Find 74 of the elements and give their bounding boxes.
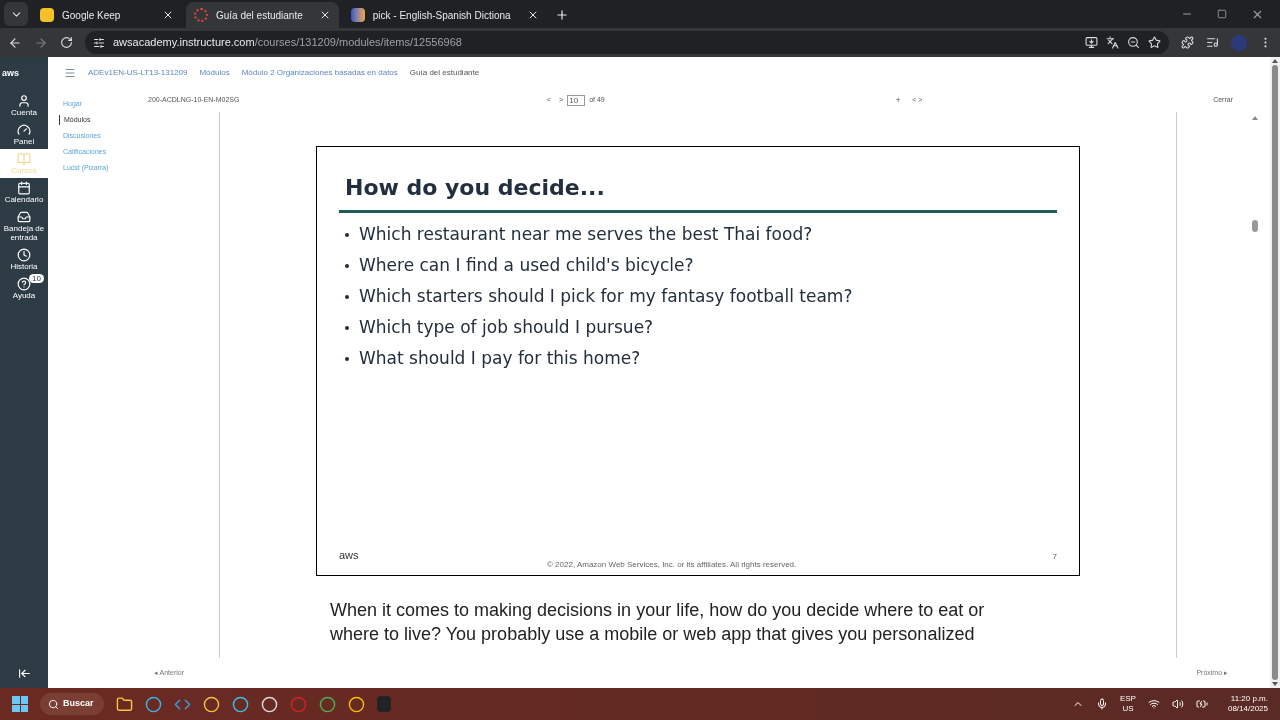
search-field[interactable]: Buscar bbox=[40, 693, 104, 715]
language-indicator[interactable]: ESP bbox=[1119, 694, 1136, 704]
breadcrumb-link[interactable]: ADEv1EN-US-LT13-131209 bbox=[88, 67, 188, 79]
browser-tab[interactable]: Guía del estudiante bbox=[186, 2, 339, 28]
notes-text: When it comes to making decisions in your life, how do you decide where to eat or bbox=[330, 599, 986, 622]
breadcrumb-link[interactable]: Módulos bbox=[199, 67, 230, 79]
close-icon[interactable] bbox=[162, 9, 174, 21]
nav-item[interactable]: Cuenta bbox=[0, 91, 48, 120]
extensions-icon[interactable] bbox=[1181, 36, 1194, 49]
scroll-up-arrow-icon[interactable] bbox=[1252, 116, 1258, 120]
nav-icon bbox=[17, 277, 31, 291]
nav-icon bbox=[17, 152, 31, 166]
url-text: awsacademy.instructure.com/courses/131209/modules/items/12556968 bbox=[113, 35, 462, 51]
breadcrumb-link[interactable]: Guía del estudiante bbox=[409, 67, 480, 79]
bullet-point: What should I pay for this home? bbox=[339, 343, 1057, 374]
microphone-icon[interactable] bbox=[1095, 698, 1108, 710]
tab-title: Google Keep bbox=[62, 8, 122, 23]
breadcrumb-link[interactable]: Módulo 2 Organizaciones basadas en datos bbox=[241, 67, 398, 79]
browser-tab[interactable]: pick - English-Spanish Dictiona bbox=[342, 2, 547, 28]
translate-icon[interactable] bbox=[1106, 36, 1119, 49]
tab-search-button[interactable] bbox=[4, 2, 28, 26]
tab-title: Guía del estudiante bbox=[216, 8, 303, 23]
menu-icon[interactable] bbox=[64, 67, 76, 79]
bullet-point: Where can I find a used child's bicycle? bbox=[339, 250, 1057, 281]
region-indicator[interactable]: US bbox=[1122, 704, 1134, 714]
maximize-icon[interactable] bbox=[1217, 9, 1227, 19]
new-tab-icon[interactable] bbox=[554, 8, 569, 22]
forward-icon[interactable] bbox=[34, 35, 48, 50]
ring-icon bbox=[194, 8, 208, 22]
bullet-point: Which type of job should I pursue? bbox=[339, 312, 1057, 343]
battery-icon[interactable] bbox=[1195, 698, 1208, 710]
zoom-icon[interactable] bbox=[1127, 36, 1140, 49]
browser-tab[interactable]: Google Keep bbox=[32, 2, 182, 28]
page-scrollbar[interactable] bbox=[1270, 57, 1280, 688]
dictionary-icon bbox=[350, 8, 365, 22]
nav-icon bbox=[17, 248, 31, 262]
copyright-text: © 2022, Amazon Web Services, Inc. or its affiliates. All rights reserved. bbox=[547, 559, 797, 571]
site-settings-icon[interactable] bbox=[93, 36, 105, 49]
bookmark-icon[interactable] bbox=[1148, 36, 1161, 49]
nav-item[interactable]: Ayuda 10 bbox=[0, 274, 48, 303]
nav-icon bbox=[17, 123, 31, 137]
tab-title: pick - English-Spanish Dictiona bbox=[372, 8, 511, 23]
aws-logo: aws bbox=[339, 547, 360, 563]
page-field[interactable]: 10 bbox=[567, 95, 586, 106]
search-icon bbox=[48, 698, 59, 710]
scroll-thumb[interactable] bbox=[1252, 220, 1258, 232]
aws-logo: aws bbox=[2, 67, 19, 81]
clock-date[interactable]: 08/14/2025 bbox=[1227, 704, 1268, 714]
zoom-in-button[interactable]: + bbox=[884, 93, 913, 108]
nav-icon bbox=[17, 181, 31, 195]
slide-number: 7 bbox=[1052, 551, 1057, 563]
volume-icon[interactable] bbox=[1171, 698, 1184, 710]
wifi-icon[interactable] bbox=[1147, 698, 1160, 710]
back-icon[interactable] bbox=[8, 35, 22, 50]
notes-text: where to live? You probably use a mobile or web app that gives you personalized bbox=[330, 623, 976, 646]
install-icon[interactable] bbox=[1085, 36, 1098, 49]
folder-icon[interactable] bbox=[116, 695, 133, 713]
bullet-point: Which starters should I pick for my fantasy football team? bbox=[339, 281, 1057, 312]
reload-icon[interactable] bbox=[60, 36, 73, 49]
media-icon[interactable] bbox=[1206, 36, 1219, 49]
nav-icon bbox=[17, 94, 31, 108]
clock-time[interactable]: 11:20 p.m. bbox=[1230, 694, 1268, 704]
nav-item[interactable]: Historia bbox=[0, 245, 48, 274]
slide-title: How do you decide... bbox=[345, 174, 606, 202]
start-icon[interactable] bbox=[12, 696, 28, 712]
nav-icon bbox=[17, 210, 31, 224]
nav-item[interactable]: Calendario bbox=[0, 178, 48, 207]
count-badge: 10 bbox=[29, 274, 44, 283]
nav-item[interactable]: Panel bbox=[0, 120, 48, 149]
address-bar[interactable]: awsacademy.instructure.com/courses/131209/modules/items/12556968 bbox=[85, 31, 1169, 54]
notes-icon bbox=[40, 8, 54, 22]
bullet-point: Which restaurant near me serves the best Thai food? bbox=[339, 219, 1057, 250]
nav-item[interactable]: Bandeja de entrada bbox=[0, 207, 48, 245]
collapse-icon[interactable] bbox=[17, 667, 31, 680]
